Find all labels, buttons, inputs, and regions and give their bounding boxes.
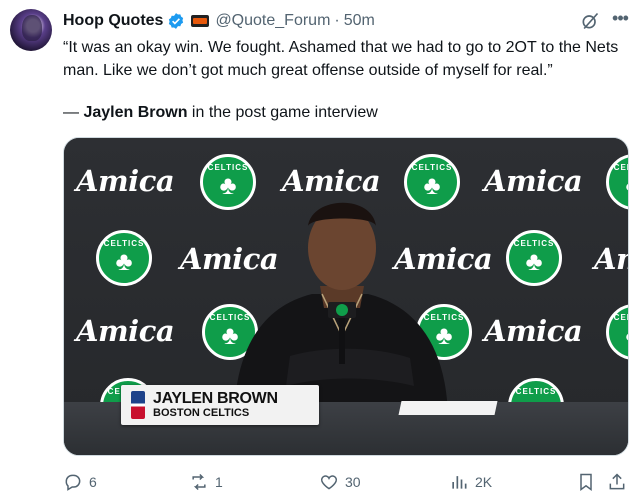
reply-button[interactable]: 6 <box>63 470 97 494</box>
lower-third-name: JAYLEN BROWN <box>153 390 278 407</box>
paper-sheet <box>398 401 498 415</box>
attribution-dash: — <box>63 104 84 121</box>
verified-badge-icon <box>167 12 185 30</box>
attribution-name: Jaylen Brown <box>83 104 188 121</box>
tweet-actions: 6 1 30 2K <box>63 470 629 494</box>
lower-third-graphic: JAYLEN BROWN BOSTON CELTICS <box>121 385 319 425</box>
nba-logo-icon <box>131 391 145 419</box>
repost-button[interactable]: 1 <box>189 470 223 494</box>
display-name[interactable]: Hoop Quotes <box>63 12 163 30</box>
views-chart-icon <box>452 476 467 489</box>
celtics-logo: CELTICS♣ <box>506 230 562 286</box>
speaker-figure <box>234 202 448 416</box>
reply-icon <box>65 474 81 491</box>
avatar[interactable] <box>10 9 52 51</box>
tweet-text: “It was an okay win. We fought. Ashamed … <box>63 39 619 79</box>
more-options-icon[interactable]: ••• <box>608 8 632 32</box>
like-button[interactable]: 30 <box>319 470 361 494</box>
handle[interactable]: @Quote_Forum <box>215 12 330 30</box>
views-count: 2K <box>475 474 493 490</box>
separator-dot: · <box>334 12 340 29</box>
repost-icon <box>192 473 206 491</box>
attribution-context: in the post game interview <box>187 104 378 121</box>
lower-third-team: BOSTON CELTICS <box>153 407 250 419</box>
grok-icon[interactable] <box>580 11 600 31</box>
reply-count: 6 <box>89 474 97 490</box>
views-button[interactable]: 2K <box>449 470 492 494</box>
sponsor-logo: Amica <box>76 164 175 198</box>
bookmark-button[interactable] <box>576 470 596 494</box>
bookmark-icon <box>580 473 592 491</box>
timestamp[interactable]: 50m <box>344 12 375 30</box>
tweet-media-image[interactable]: Amica CELTICS♣ Amica CELTICS♣ Amica CELT… <box>63 137 629 456</box>
sponsor-logo: Amica <box>76 314 175 348</box>
affiliate-flag-icon <box>191 15 210 27</box>
share-button[interactable] <box>607 470 627 494</box>
share-icon <box>609 473 625 490</box>
quote-attribution: — Jaylen Brown in the post game intervie… <box>63 101 378 124</box>
like-count: 30 <box>345 474 361 490</box>
sponsor-logo: Amica <box>594 242 628 276</box>
sponsor-logo: Amica <box>484 164 583 198</box>
tweet-header: Hoop Quotes @Quote_Forum · 50m <box>63 9 375 33</box>
heart-icon <box>320 475 338 490</box>
celtics-logo: CELTICS♣ <box>96 230 152 286</box>
sponsor-logo: Amica <box>484 314 583 348</box>
repost-count: 1 <box>215 474 223 490</box>
